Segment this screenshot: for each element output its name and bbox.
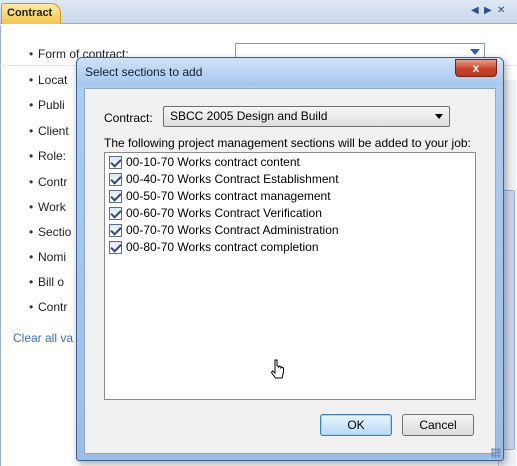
checkbox-checked-icon[interactable] xyxy=(109,190,122,203)
sections-listbox[interactable]: 00-10-70 Works contract content 00-40-70… xyxy=(104,152,476,400)
dropdown-arrow-icon xyxy=(435,114,443,119)
dialog-title: Select sections to add xyxy=(85,65,203,79)
dropdown-arrow-icon xyxy=(470,49,480,55)
contract-select[interactable]: SBCC 2005 Design and Build xyxy=(163,106,450,127)
close-button[interactable]: x xyxy=(455,59,497,77)
section-item[interactable]: 00-70-70 Works Contract Administration xyxy=(109,223,339,240)
tab-next-icon[interactable]: ▶ xyxy=(484,5,492,16)
cancel-button[interactable]: Cancel xyxy=(402,414,474,436)
section-item[interactable]: 00-80-70 Works contract completion xyxy=(109,240,319,257)
dialog-titlebar[interactable]: Select sections to add x xyxy=(77,58,503,86)
checkbox-checked-icon[interactable] xyxy=(109,173,122,186)
resize-grip-icon[interactable] xyxy=(491,448,501,458)
section-item[interactable]: 00-50-70 Works contract management xyxy=(109,189,331,206)
cursor-icon xyxy=(271,359,284,379)
sections-info-text: The following project management section… xyxy=(104,136,471,150)
cancel-button-label: Cancel xyxy=(419,418,457,432)
section-item[interactable]: 00-10-70 Works contract content xyxy=(109,155,300,172)
tab-contract[interactable]: Contract xyxy=(1,3,61,24)
ok-button[interactable]: OK xyxy=(320,414,392,436)
tab-contract-label: Contract xyxy=(7,7,53,19)
select-sections-dialog: Select sections to add x Contract: SBCC … xyxy=(76,57,504,461)
panel-tabbar: Contract ◀ ▶ ✕ xyxy=(0,0,517,24)
dialog-client-area: Contract: SBCC 2005 Design and Build The… xyxy=(84,88,496,454)
ok-button-label: OK xyxy=(347,418,365,432)
checkbox-checked-icon[interactable] xyxy=(109,241,122,254)
contract-label: Contract: xyxy=(104,111,153,125)
close-icon: x xyxy=(472,61,480,75)
contract-select-value: SBCC 2005 Design and Build xyxy=(170,109,328,123)
section-item[interactable]: 00-60-70 Works Contract Verification xyxy=(109,206,322,223)
checkbox-checked-icon[interactable] xyxy=(109,224,122,237)
clear-all-link[interactable]: Clear all va xyxy=(13,331,73,345)
checkbox-checked-icon[interactable] xyxy=(109,207,122,220)
panel-close-icon[interactable]: ✕ xyxy=(497,5,505,16)
section-item[interactable]: 00-40-70 Works Contract Establishment xyxy=(109,172,339,189)
tab-prev-icon[interactable]: ◀ xyxy=(471,5,479,16)
checkbox-checked-icon[interactable] xyxy=(109,156,122,169)
